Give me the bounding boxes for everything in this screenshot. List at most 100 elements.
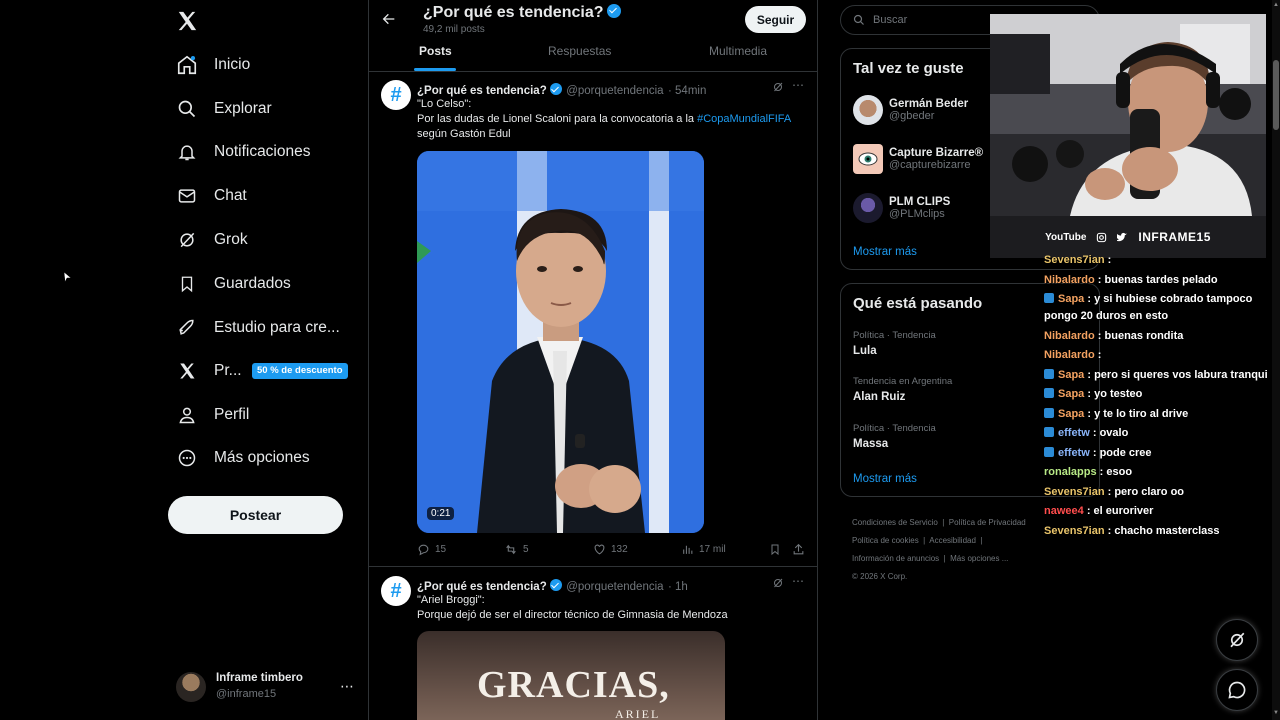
twitter-icon <box>1117 232 1128 243</box>
chat-badge-icon <box>1044 407 1054 418</box>
chat-username: Sapa <box>1058 407 1085 420</box>
tweet-handle[interactable]: @porquetendencia <box>566 85 663 97</box>
tweet-time: · 1h <box>668 581 688 593</box>
post-button[interactable]: Postear <box>168 496 343 534</box>
nav-home[interactable]: Inicio <box>176 47 250 83</box>
chat-text: : esoo <box>1099 466 1133 478</box>
share-button[interactable] <box>792 543 805 556</box>
trend-item[interactable]: Tendencia en Argentina Alan Ruiz <box>853 376 952 403</box>
x-logo-icon[interactable] <box>176 10 198 32</box>
scrollbar-thumb[interactable] <box>1273 60 1279 130</box>
chat-text: : <box>1107 254 1112 266</box>
footer-link[interactable]: Información de anuncios <box>852 554 939 563</box>
home-icon <box>176 54 198 76</box>
grok-icon <box>176 229 198 251</box>
reply-icon <box>418 544 429 556</box>
footer-link[interactable]: Política de Privacidad <box>949 518 1026 527</box>
chat-message: effetw : ovalo <box>1044 425 1272 442</box>
chat-message: effetw : pode cree <box>1044 445 1272 462</box>
trend-item[interactable]: Política · Tendencia Lula <box>853 330 936 357</box>
verified-badge-icon <box>607 4 622 18</box>
tweet-author[interactable]: ¿Por qué es tendencia? <box>417 581 547 593</box>
account-handle: @inframe15 <box>216 688 277 700</box>
more-dots-icon[interactable]: ⋯ <box>340 678 354 695</box>
more-dots-icon[interactable]: ⋯ <box>792 574 804 588</box>
show-more-link[interactable]: Mostrar más <box>853 473 917 485</box>
premium-discount-badge: 50 % de descuento <box>252 363 348 379</box>
chat-badge-icon <box>1044 446 1054 457</box>
chat-badge-icon <box>1044 293 1054 303</box>
tweet-video[interactable]: 0:21 <box>417 151 704 533</box>
repost-button[interactable]: 5 <box>504 543 529 556</box>
video-duration: 0:21 <box>427 507 455 520</box>
nav-grok[interactable]: Grok <box>176 222 248 258</box>
trend-name: Lula <box>853 345 877 357</box>
tab-posts[interactable]: Posts <box>419 44 452 58</box>
tweet[interactable]: # ¿Por qué es tendencia? @porquetendenci… <box>369 567 817 720</box>
chat-text: : pero si queres vos labura tranqui <box>1087 368 1268 381</box>
nav-notifications[interactable]: Notificaciones <box>176 134 311 170</box>
tweet-author[interactable]: ¿Por qué es tendencia? <box>417 85 547 97</box>
tweet-handle[interactable]: @porquetendencia <box>566 581 663 593</box>
footer-link[interactable]: Accesibilidad <box>929 536 976 545</box>
more-dots-icon[interactable]: ⋯ <box>792 78 804 92</box>
nav-bookmarks[interactable]: Guardados <box>176 266 291 302</box>
repost-icon <box>506 544 516 555</box>
stream-name: INFRAME15 <box>1138 230 1211 244</box>
grok-icon[interactable] <box>772 577 784 589</box>
verified-badge-icon <box>549 579 562 591</box>
nav-profile[interactable]: Perfil <box>176 397 249 433</box>
tab-replies[interactable]: Respuestas <box>548 44 611 58</box>
nav-more-options[interactable]: Más opciones <box>176 440 310 476</box>
show-more-link[interactable]: Mostrar más <box>853 246 917 258</box>
suggestion-item[interactable]: Capture Bizarre® @capturebizarre <box>853 144 983 174</box>
like-button[interactable]: 132 <box>593 543 628 556</box>
grok-icon[interactable] <box>772 81 784 93</box>
tab-media[interactable]: Multimedia <box>709 44 767 58</box>
tweet-image[interactable]: GRACIAS, ARIEL <box>417 631 725 720</box>
avatar <box>176 672 206 702</box>
follow-button[interactable]: Seguir <box>745 6 806 33</box>
suggestion-item[interactable]: PLM CLIPS @PLMclips <box>853 193 950 223</box>
nav-creator-studio[interactable]: Estudio para cre... <box>176 310 340 346</box>
suggestion-handle: @gbeder <box>889 110 935 122</box>
grok-fab-button[interactable] <box>1216 619 1258 661</box>
trend-item[interactable]: Política · Tendencia Massa <box>853 423 936 450</box>
video-frame-illustration <box>417 151 704 533</box>
copyright: © 2026 X Corp. <box>852 572 908 581</box>
chat-bubble-icon <box>1228 681 1246 699</box>
scrollbar[interactable]: ▲ ▼ <box>1272 0 1280 720</box>
tweet[interactable]: # ¿Por qué es tendencia? @porquetendenci… <box>369 72 817 567</box>
nav-explore[interactable]: Explorar <box>176 91 272 127</box>
reply-button[interactable]: 15 <box>417 543 446 556</box>
messages-fab-button[interactable] <box>1216 669 1258 711</box>
views-button[interactable]: 17 mil <box>681 543 726 556</box>
more-circle-icon <box>176 447 198 469</box>
heart-icon <box>594 544 605 555</box>
nav-chat[interactable]: Chat <box>176 178 247 214</box>
verified-badge-icon <box>549 83 562 95</box>
footer-link[interactable]: Más opciones ... <box>950 554 1008 563</box>
footer-link[interactable]: Condiciones de Servicio <box>852 518 938 527</box>
back-arrow-icon[interactable] <box>381 11 397 27</box>
chat-message: Sapa : yo testeo <box>1044 386 1272 403</box>
scrollbar-up-arrow[interactable]: ▲ <box>1273 2 1279 8</box>
avatar: # <box>381 576 411 606</box>
scrollbar-down-arrow[interactable]: ▼ <box>1273 710 1279 716</box>
chat-username: effetw <box>1058 446 1090 459</box>
suggestion-item[interactable]: Germán Beder @gbeder <box>853 95 968 125</box>
youtube-label: YouTube <box>1045 231 1087 243</box>
hashtag-link[interactable]: #CopaMundialFIFA <box>697 113 791 125</box>
tweet-text-span: Por las dudas de Lionel Scaloni para la … <box>417 113 695 125</box>
timeline-column: ¿Por qué es tendencia? 49,2 mil posts Se… <box>368 0 818 720</box>
image-subtitle: ARIEL <box>615 707 661 720</box>
tweet-time: · 54min <box>668 85 707 97</box>
chat-text: : <box>1097 349 1102 361</box>
bookmark-icon <box>771 544 779 556</box>
nav-premium[interactable]: Pr... <box>176 353 242 389</box>
chat-message: nawee4 : el euroriver <box>1044 503 1272 520</box>
bookmark-button[interactable] <box>769 543 781 556</box>
suggestion-name: Capture Bizarre® <box>889 147 984 159</box>
account-switcher[interactable]: Inframe timbero @inframe15 ⋯ <box>176 670 356 704</box>
footer-link[interactable]: Política de cookies <box>852 536 919 545</box>
